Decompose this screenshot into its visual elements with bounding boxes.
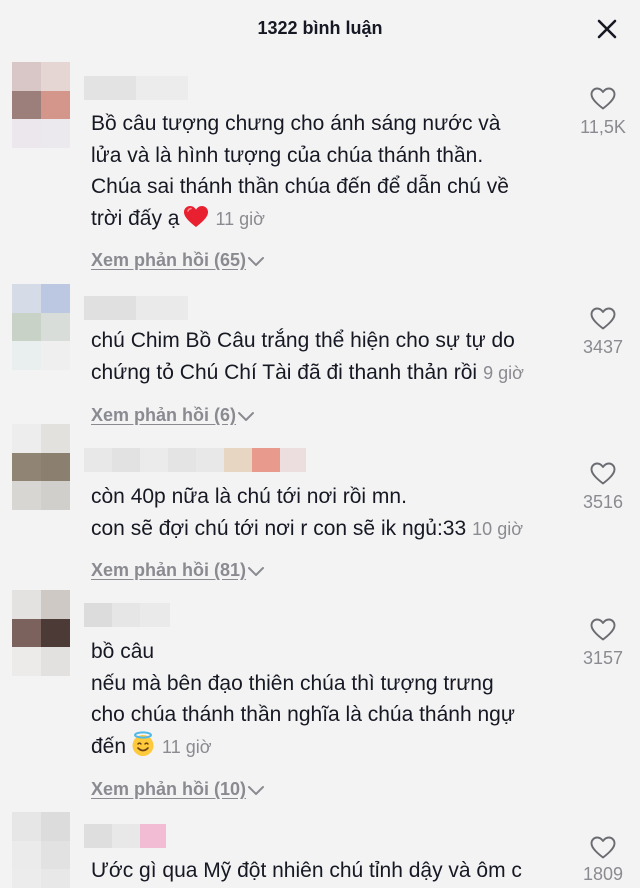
- like-count: 1809: [582, 864, 624, 884]
- view-replies-button[interactable]: Xem phản hồi (6): [91, 405, 255, 426]
- comment-time: 9 giờ: [483, 362, 524, 383]
- close-icon[interactable]: [594, 16, 620, 42]
- comment-text: chú Chim Bồ Câu trắng thể hiện cho sự tự…: [91, 325, 571, 389]
- avatar[interactable]: [12, 424, 70, 510]
- comment-text-line: Ước gì qua Mỹ đột nhiên chú tỉnh dậy và …: [91, 859, 522, 882]
- username-blurred[interactable]: [84, 296, 188, 320]
- comment-text-line: đến: [91, 734, 127, 758]
- halo-smile-emoji: [130, 730, 156, 767]
- comment-time: 11 giờ: [215, 208, 265, 229]
- comment-text-line: Bồ câu tượng chưng cho ánh sáng nước và: [91, 112, 501, 135]
- username-blurred[interactable]: [84, 448, 306, 472]
- comment-text-line: còn 40p nữa là chú tới nơi rồi mn.: [91, 485, 407, 508]
- heart-outline-icon: [590, 462, 616, 485]
- chevron-down-icon: [248, 786, 265, 795]
- like-button[interactable]: 3437: [572, 307, 634, 358]
- chevron-down-icon: [238, 412, 255, 421]
- view-replies-label: Xem phản hồi (65): [91, 250, 247, 270]
- comment-text-line: bồ câu: [91, 640, 155, 663]
- comments-count-title: 1322 bình luận: [257, 18, 383, 38]
- comment-text-line: chú Chim Bồ Câu trắng thể hiện cho sự tự…: [91, 329, 515, 352]
- like-count: 3516: [582, 492, 624, 512]
- comment-text-line: cho chúa thánh thần nghĩa là chúa thánh …: [91, 703, 515, 726]
- heart-emoji: [183, 205, 209, 239]
- comment-text: còn 40p nữa là chú tới nơi rồi mn. con s…: [91, 481, 571, 545]
- view-replies-label: Xem phản hồi (6): [91, 405, 237, 425]
- comment-text: bồ câu nếu mà bên đạo thiên chúa thì tượ…: [91, 636, 571, 766]
- avatar[interactable]: [12, 284, 70, 370]
- comment-text-line: chứng tỏ Chú Chí Tài đã đi thanh thản rồ…: [91, 360, 478, 384]
- like-button[interactable]: 3516: [572, 462, 634, 513]
- view-replies-button[interactable]: Xem phản hồi (10): [91, 779, 265, 800]
- username-blurred[interactable]: [84, 603, 170, 627]
- username-blurred[interactable]: [84, 824, 166, 848]
- heart-outline-icon: [590, 307, 616, 330]
- avatar[interactable]: [12, 62, 70, 148]
- comment-text-line: Chúa sai thánh thần chúa đến để dẫn chú …: [91, 175, 509, 198]
- avatar[interactable]: [12, 812, 70, 888]
- chevron-down-icon: [248, 567, 265, 576]
- comment-time: 11 giờ: [162, 736, 212, 757]
- chevron-down-icon: [248, 257, 265, 266]
- like-count: 3437: [582, 337, 624, 357]
- comment-text: Ước gì qua Mỹ đột nhiên chú tỉnh dậy và …: [91, 855, 571, 887]
- like-button[interactable]: 11,5K: [572, 87, 634, 138]
- comments-header: 1322 bình luận: [0, 0, 640, 58]
- heart-outline-icon: [590, 618, 616, 641]
- view-replies-label: Xem phản hồi (10): [91, 779, 247, 799]
- heart-outline-icon: [590, 836, 616, 859]
- comment-text: Bồ câu tượng chưng cho ánh sáng nước và …: [91, 108, 571, 238]
- username-blurred[interactable]: [84, 76, 188, 100]
- comment-text-line: nếu mà bên đạo thiên chúa thì tượng trưn…: [91, 671, 494, 695]
- heart-outline-icon: [590, 87, 616, 110]
- view-replies-label: Xem phản hồi (81): [91, 560, 247, 580]
- comment-text-line: lửa và là hình tượng của chúa thánh thần…: [91, 143, 484, 167]
- comment-text-line: con sẽ đợi chú tới nơi r con sẽ ik ngủ:3…: [91, 516, 467, 540]
- comment-text-line: trời đấy ạ: [91, 206, 180, 230]
- view-replies-button[interactable]: Xem phản hồi (65): [91, 250, 265, 271]
- like-button[interactable]: 3157: [572, 618, 634, 669]
- like-button[interactable]: 1809: [572, 836, 634, 885]
- comment-time: 10 giờ: [472, 518, 524, 539]
- view-replies-button[interactable]: Xem phản hồi (81): [91, 560, 265, 581]
- avatar[interactable]: [12, 590, 70, 676]
- like-count: 3157: [582, 648, 624, 668]
- like-count: 11,5K: [580, 117, 626, 137]
